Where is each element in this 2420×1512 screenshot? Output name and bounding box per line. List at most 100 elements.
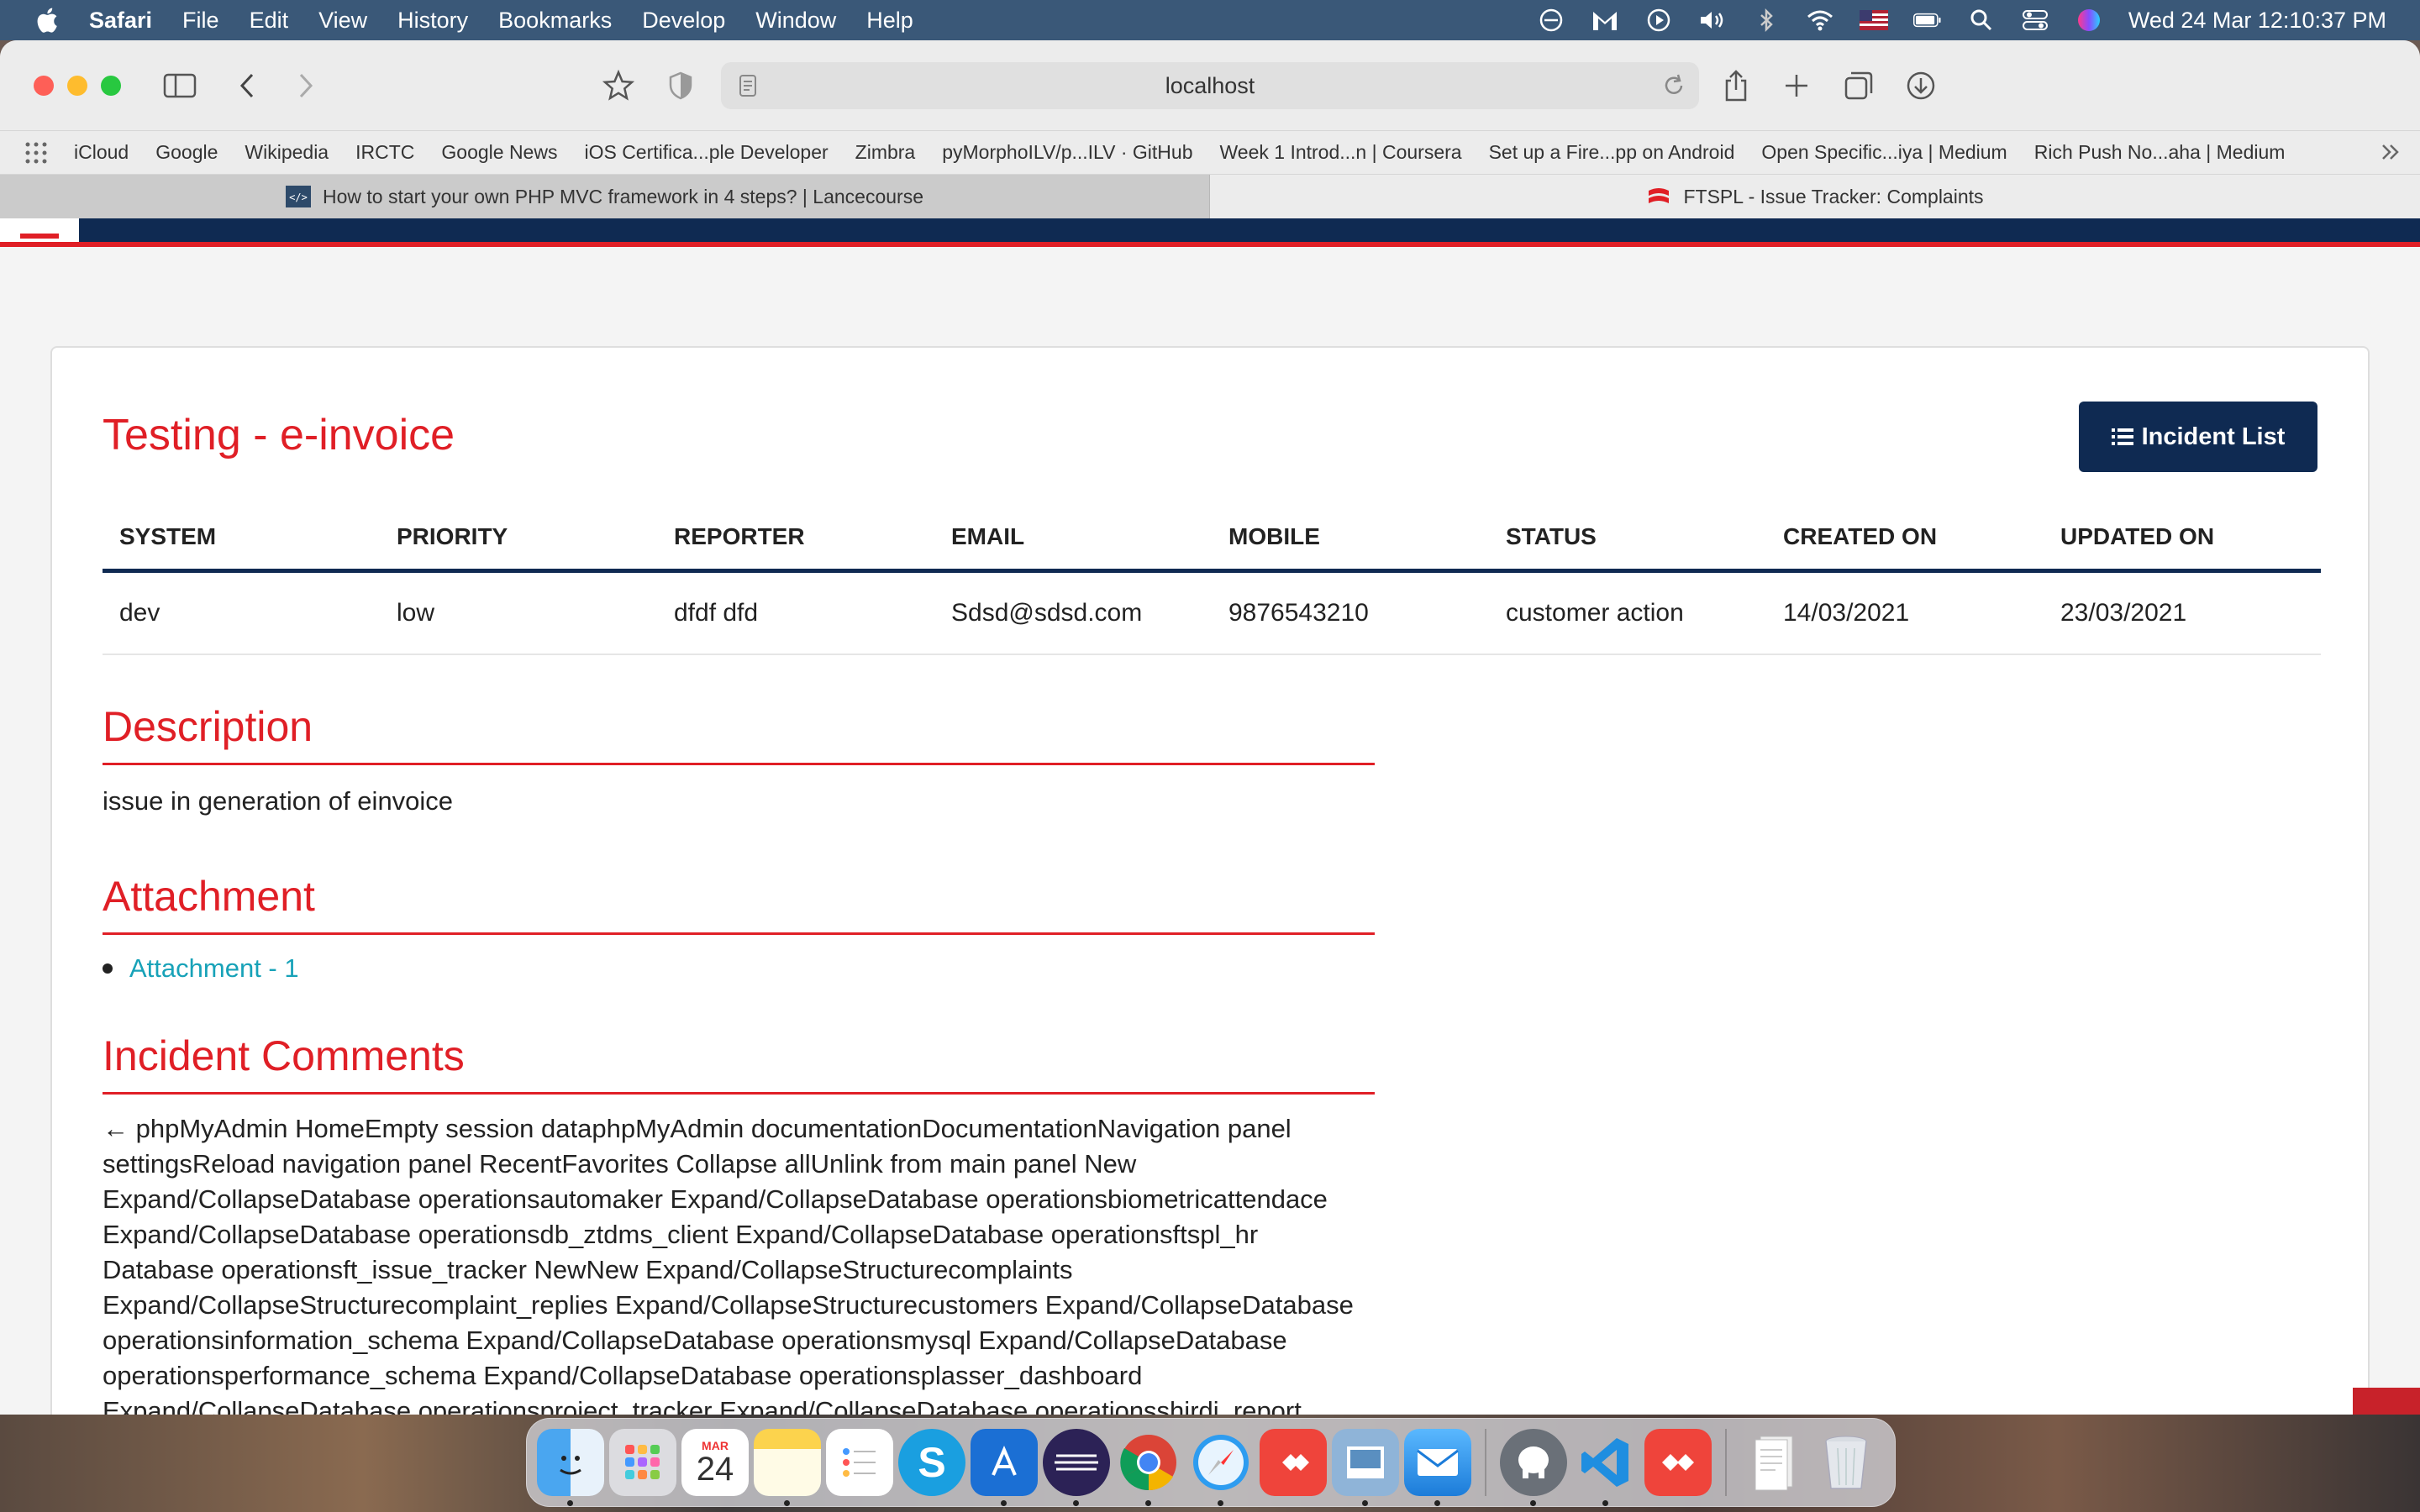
bookmark-item[interactable]: pyMorphoILV/p...ILV · GitHub bbox=[942, 141, 1192, 164]
tab-title: FTSPL - Issue Tracker: Complaints bbox=[1683, 185, 1984, 207]
bluetooth-icon[interactable] bbox=[1752, 8, 1781, 33]
apple-icon[interactable] bbox=[34, 6, 59, 34]
cell-updated-on: 23/03/2021 bbox=[2060, 599, 2187, 627]
bookmark-item[interactable]: Week 1 Introd...n | Coursera bbox=[1220, 141, 1462, 164]
spotlight-icon[interactable] bbox=[1967, 8, 1996, 33]
privacy-shield-icon[interactable] bbox=[660, 66, 701, 106]
calendar-day: 24 bbox=[696, 1451, 734, 1488]
apps-grid-icon[interactable] bbox=[24, 140, 49, 165]
floating-widget[interactable] bbox=[2353, 1388, 2420, 1415]
web-content: Testing - e-invoice Incident List SYSTEM… bbox=[0, 218, 2420, 1415]
menu-history[interactable]: History bbox=[397, 8, 468, 34]
play-icon[interactable] bbox=[1644, 8, 1673, 33]
focus-icon[interactable] bbox=[1537, 8, 1565, 33]
tab-lancecourse[interactable]: </> How to start your own PHP MVC framew… bbox=[0, 175, 1210, 218]
volume-icon[interactable] bbox=[1698, 8, 1727, 33]
bookmark-item[interactable]: IRCTC bbox=[355, 141, 414, 164]
eclipse-icon[interactable] bbox=[1043, 1429, 1110, 1506]
bookmarks-more-icon[interactable] bbox=[2378, 139, 2403, 165]
bookmark-item[interactable]: Zimbra bbox=[855, 141, 916, 164]
column-header-priority: PRIORITY bbox=[397, 522, 508, 549]
menu-edit[interactable]: Edit bbox=[250, 8, 289, 34]
trash-icon[interactable] bbox=[1812, 1429, 1880, 1496]
wifi-icon[interactable] bbox=[1806, 8, 1834, 33]
menu-help[interactable]: Help bbox=[866, 8, 913, 34]
sidebar-toggle-icon[interactable] bbox=[160, 66, 200, 106]
forward-icon[interactable] bbox=[286, 66, 326, 106]
mail-icon[interactable] bbox=[1404, 1429, 1471, 1506]
bookmark-item[interactable]: Open Specific...iya | Medium bbox=[1761, 141, 2007, 164]
bookmark-item[interactable]: Rich Push No...aha | Medium bbox=[2034, 141, 2286, 164]
attachment-list: Attachment - 1 bbox=[103, 953, 1375, 984]
anydesk-icon[interactable] bbox=[1260, 1429, 1327, 1496]
chrome-icon[interactable] bbox=[1115, 1429, 1182, 1506]
calendar-icon[interactable]: MAR 24 bbox=[681, 1429, 749, 1496]
menu-clock[interactable]: Wed 24 Mar 12:10:37 PM bbox=[2128, 8, 2386, 34]
finder-icon[interactable] bbox=[537, 1429, 604, 1506]
window-zoom-button[interactable] bbox=[101, 76, 121, 96]
description-section: Description issue in generation of einvo… bbox=[103, 702, 1375, 819]
bullet bbox=[103, 963, 113, 974]
reload-icon[interactable] bbox=[1660, 72, 1687, 99]
tab-bar: </> How to start your own PHP MVC framew… bbox=[0, 175, 2420, 218]
notes-icon[interactable] bbox=[754, 1429, 821, 1506]
xcode-icon[interactable] bbox=[971, 1429, 1038, 1506]
column-header-system: SYSTEM bbox=[119, 522, 217, 549]
incident-table: SYSTEM PRIORITY REPORTER EMAIL MOBILE ST… bbox=[103, 504, 2321, 655]
battery-icon[interactable] bbox=[1912, 8, 1942, 33]
bookmarks-bar: iCloud Google Wikipedia IRCTC Google New… bbox=[0, 131, 2420, 175]
cell-email: Sdsd@sdsd.com bbox=[951, 599, 1143, 627]
tab-ftspl[interactable]: FTSPL - Issue Tracker: Complaints bbox=[1210, 175, 2420, 218]
site-header bbox=[0, 218, 2420, 247]
bookmark-star-icon[interactable] bbox=[598, 66, 639, 106]
vscode-icon[interactable] bbox=[1572, 1429, 1639, 1506]
gmail-icon[interactable] bbox=[1591, 8, 1619, 33]
cell-system: dev bbox=[119, 599, 160, 627]
us-flag-icon[interactable] bbox=[1859, 8, 1888, 33]
column-header-reporter: REPORTER bbox=[674, 522, 805, 549]
window-minimize-button[interactable] bbox=[67, 76, 87, 96]
tab-overview-icon[interactable] bbox=[1839, 66, 1879, 106]
window-close-button[interactable] bbox=[34, 76, 54, 96]
attachment-link[interactable]: Attachment - 1 bbox=[129, 953, 299, 984]
menu-file[interactable]: File bbox=[182, 8, 219, 34]
list-icon bbox=[2111, 428, 2133, 445]
downloads-icon[interactable] bbox=[1901, 66, 1941, 106]
incident-list-label: Incident List bbox=[2141, 423, 2286, 450]
page-title: Testing - e-invoice bbox=[103, 411, 455, 459]
reminders-icon[interactable] bbox=[826, 1429, 893, 1496]
code-favicon-icon: </> bbox=[285, 186, 311, 207]
tableplus-icon[interactable] bbox=[1500, 1429, 1567, 1506]
bookmark-item[interactable]: Google News bbox=[441, 141, 557, 164]
column-header-mobile: MOBILE bbox=[1228, 522, 1320, 549]
bookmark-item[interactable]: Set up a Fire...pp on Android bbox=[1489, 141, 1735, 164]
address-bar[interactable]: localhost bbox=[721, 62, 1699, 109]
launchpad-icon[interactable] bbox=[609, 1429, 676, 1496]
safari-icon[interactable] bbox=[1187, 1429, 1255, 1506]
dock-separator bbox=[1725, 1429, 1727, 1496]
preview-icon[interactable] bbox=[1332, 1429, 1399, 1506]
bookmark-item[interactable]: Wikipedia bbox=[245, 141, 329, 164]
incident-list-button[interactable]: Incident List bbox=[2079, 402, 2317, 472]
bookmark-item[interactable]: Google bbox=[155, 141, 218, 164]
share-icon[interactable] bbox=[1716, 66, 1756, 106]
siri-icon[interactable] bbox=[2075, 8, 2103, 33]
menu-window[interactable]: Window bbox=[755, 8, 836, 34]
new-tab-icon[interactable] bbox=[1776, 66, 1817, 106]
skype-icon[interactable]: S bbox=[898, 1429, 965, 1496]
bookmark-item[interactable]: iOS Certifica...ple Developer bbox=[584, 141, 828, 164]
anydesk2-icon[interactable] bbox=[1644, 1429, 1712, 1496]
menu-view[interactable]: View bbox=[318, 8, 367, 34]
control-center-icon[interactable] bbox=[2021, 8, 2049, 33]
table-header: SYSTEM PRIORITY REPORTER EMAIL MOBILE ST… bbox=[103, 504, 2321, 573]
menu-bookmarks[interactable]: Bookmarks bbox=[498, 8, 612, 34]
cell-reporter: dfdf dfd bbox=[674, 599, 759, 627]
menu-app-name[interactable]: Safari bbox=[89, 8, 152, 34]
ftspl-favicon-icon bbox=[1649, 188, 1670, 203]
tab-title: How to start your own PHP MVC framework … bbox=[322, 185, 923, 207]
bookmark-item[interactable]: iCloud bbox=[74, 141, 129, 164]
back-icon[interactable] bbox=[227, 66, 267, 106]
documents-icon[interactable] bbox=[1740, 1429, 1807, 1496]
menu-develop[interactable]: Develop bbox=[642, 8, 725, 34]
site-logo[interactable] bbox=[0, 218, 79, 242]
